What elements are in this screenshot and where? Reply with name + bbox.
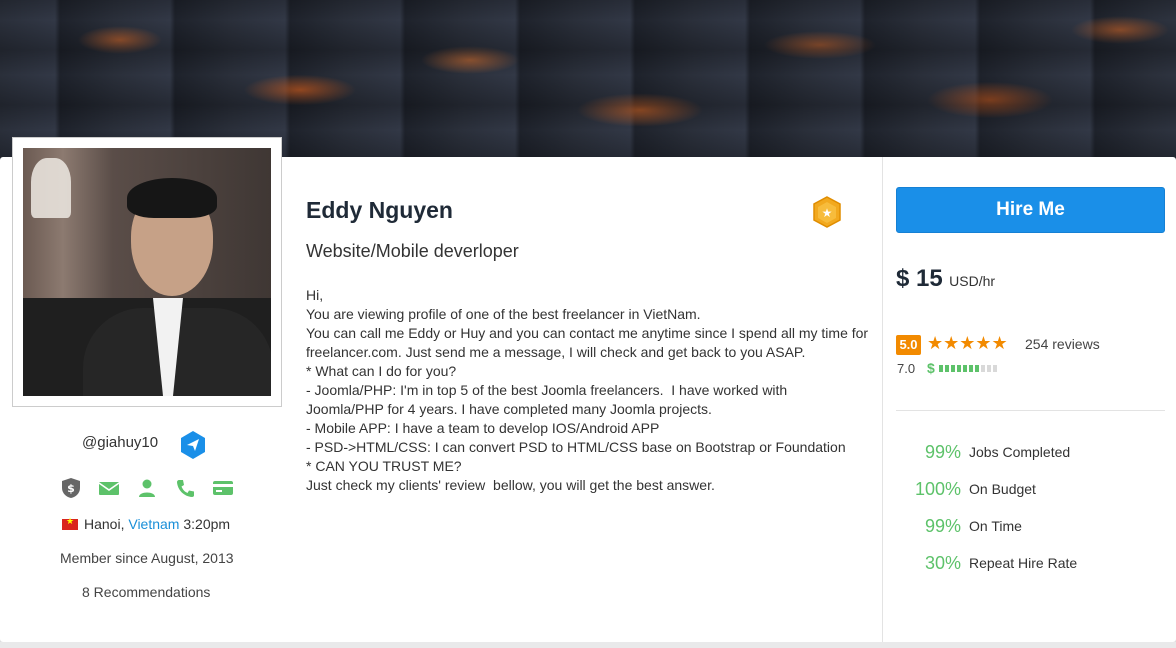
earnings-segment — [951, 365, 955, 372]
username-row: @giahuy10 — [0, 430, 292, 460]
hire-me-button[interactable]: Hire Me — [896, 187, 1165, 233]
bio-line: You are viewing profile of one of the be… — [306, 306, 701, 322]
earnings-segment — [981, 365, 985, 372]
bio-line: Joomla/PHP for 4 years. I have completed… — [306, 401, 712, 417]
profile-sidebar-left: @giahuy10 $ ★Hanoi, Vietnam 3:20pm Membe… — [0, 137, 292, 642]
bio-line: - PSD->HTML/CSS: I can convert PSD to HT… — [306, 439, 846, 455]
stat-label: Repeat Hire Rate — [969, 555, 1078, 571]
phone-icon — [174, 477, 196, 499]
hourly-rate: $ 15 USD/hr — [896, 265, 995, 293]
stat-jobs-completed: 99% Jobs Completed — [896, 442, 1166, 466]
location-city: Hanoi, — [84, 516, 129, 532]
stat-label: On Time — [969, 518, 1022, 534]
user-icon — [136, 477, 158, 499]
dollar-icon: $ — [927, 360, 935, 376]
page-bottom — [0, 642, 1176, 648]
bio-line: Hi, — [306, 287, 324, 303]
profile-tagline: Website/Mobile deverloper — [306, 241, 519, 261]
location: Hanoi, Vietnam 3:20pm — [62, 516, 230, 532]
profile-name: Eddy Nguyen — [306, 197, 453, 223]
profile-bio: Hi, You are viewing profile of one of th… — [306, 286, 876, 495]
earnings-segment — [963, 365, 967, 372]
cover-banner — [0, 0, 1176, 160]
recommendations: 8 Recommendations — [82, 584, 211, 600]
earnings-row: 7.0 $ — [897, 360, 1097, 377]
username: @giahuy10 — [82, 434, 159, 451]
bio-line: * What can I do for you? — [306, 363, 457, 379]
location-time: 3:20pm — [179, 516, 231, 532]
earnings-segment — [969, 365, 973, 372]
bio-line: freelancer.com. Just send me a message, … — [306, 344, 806, 360]
stat-value: 30% — [924, 553, 961, 573]
earnings-segment — [987, 365, 991, 372]
svg-text:$: $ — [67, 482, 75, 495]
earnings-segment — [993, 365, 997, 372]
divider — [896, 410, 1165, 411]
bio-line: - Joomla/PHP: I'm in top 5 of the best J… — [306, 382, 788, 398]
stat-repeat-hire-rate: 30% Repeat Hire Rate — [896, 553, 1166, 577]
svg-text:★: ★ — [822, 206, 833, 220]
earnings-segment — [957, 365, 961, 372]
location-country-link[interactable]: Vietnam — [128, 516, 179, 532]
stat-on-budget: 100% On Budget — [896, 479, 1166, 503]
bio-line: * CAN YOU TRUST ME? — [306, 458, 462, 474]
stat-label: On Budget — [969, 481, 1036, 497]
rating-score-badge: 5.0 — [896, 335, 921, 355]
preferred-freelancer-badge-icon: ★ — [811, 195, 843, 229]
bio-line: Just check my clients' review bellow, yo… — [306, 477, 715, 493]
email-icon — [98, 477, 120, 499]
profile-photo — [23, 148, 271, 396]
credit-card-icon — [212, 477, 234, 499]
stat-label: Jobs Completed — [969, 444, 1071, 460]
reviews-link[interactable]: 254 reviews — [1025, 336, 1100, 352]
verified-hexagon-icon — [179, 430, 207, 460]
member-since: Member since August, 2013 — [60, 550, 234, 566]
shield-dollar-icon: $ — [60, 477, 82, 499]
stat-value: 100% — [914, 479, 961, 499]
star-rating-icon: ★★★★★ — [927, 333, 1008, 353]
rating-row: 5.0 ★★★★★ 254 reviews — [896, 333, 1166, 355]
hire-panel: Hire Me $ 15 USD/hr 5.0 ★★★★★ 254 review… — [882, 157, 1176, 642]
avatar — [12, 137, 282, 407]
profile-card: @giahuy10 $ ★Hanoi, Vietnam 3:20pm Membe… — [0, 137, 1176, 642]
rate-unit: USD/hr — [949, 273, 996, 289]
vietnam-flag-icon — [62, 516, 78, 530]
earnings-level-bar — [939, 365, 999, 372]
profile-main: Eddy Nguyen Website/Mobile deverloper ★ … — [306, 157, 876, 642]
stat-on-time: 99% On Time — [896, 516, 1166, 540]
stat-value: 99% — [924, 516, 961, 536]
earnings-segment — [939, 365, 943, 372]
bio-line: You can call me Eddy or Huy and you can … — [306, 325, 869, 341]
earnings-score: 7.0 — [897, 361, 916, 376]
bio-line: - Mobile APP: I have a team to develop I… — [306, 420, 660, 436]
stat-value: 99% — [924, 442, 961, 462]
earnings-segment — [945, 365, 949, 372]
rate-amount: $ 15 — [896, 265, 943, 292]
earnings-segment — [975, 365, 979, 372]
